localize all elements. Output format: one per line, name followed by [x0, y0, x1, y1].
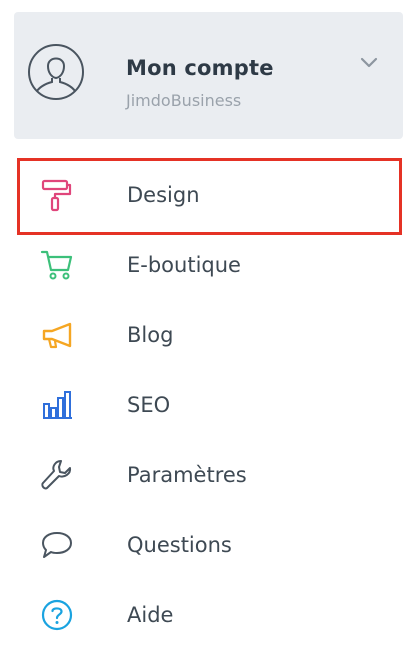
help-circle-icon: [41, 599, 73, 631]
menu-item-label: Blog: [127, 323, 174, 347]
account-switcher[interactable]: Mon compte JimdoBusiness: [14, 12, 403, 139]
menu-item-label: Questions: [127, 533, 232, 557]
menu-item-questions[interactable]: Questions: [0, 515, 403, 575]
menu-item-label: SEO: [127, 393, 171, 417]
chevron-down-icon[interactable]: [358, 56, 380, 70]
menu-item-label: Aide: [127, 603, 174, 627]
menu-item-blog[interactable]: Blog: [0, 305, 403, 365]
menu-item-label: Paramètres: [127, 463, 247, 487]
speech-bubble-icon: [42, 532, 72, 558]
menu-item-label: Design: [127, 183, 200, 207]
bar-chart-icon: [43, 391, 72, 419]
account-name: Mon compte: [126, 56, 274, 80]
shopping-cart-icon: [40, 250, 73, 280]
menu-item-design[interactable]: Design: [0, 165, 403, 225]
megaphone-icon: [42, 322, 72, 349]
menu-item-e-boutique[interactable]: E-boutique: [0, 235, 403, 295]
user-avatar-icon: [28, 44, 84, 100]
menu-item-seo[interactable]: SEO: [0, 375, 403, 435]
menu-item-label: E-boutique: [127, 253, 241, 277]
menu-item-aide[interactable]: Aide: [0, 585, 403, 645]
wrench-icon: [41, 460, 72, 490]
account-plan: JimdoBusiness: [126, 91, 242, 110]
paint-roller-icon: [41, 179, 72, 212]
menu-item-parametres[interactable]: Paramètres: [0, 445, 403, 505]
